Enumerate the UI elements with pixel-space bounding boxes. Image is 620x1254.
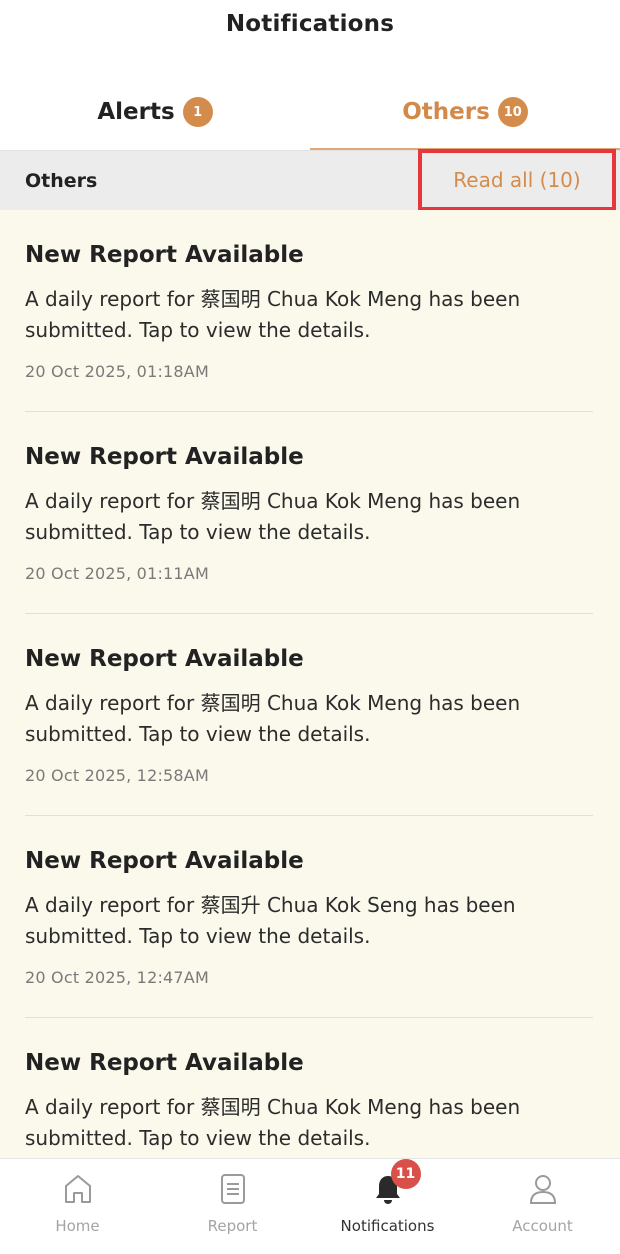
report-icon (216, 1171, 250, 1207)
notification-body: A daily report for 蔡国明 Chua Kok Meng has… (25, 1095, 521, 1150)
nav-account-label: Account (512, 1217, 573, 1235)
nav-home[interactable]: Home (0, 1159, 155, 1254)
top-header: Notifications (0, 0, 620, 48)
section-header: Others Read all (10) (0, 148, 620, 211)
notification-time: 20 Oct 2025, 12:58AM (25, 766, 209, 785)
nav-notifications-label: Notifications (340, 1217, 435, 1235)
nav-report[interactable]: Report (155, 1159, 310, 1254)
notification-body: A daily report for 蔡国明 Chua Kok Meng has… (25, 287, 521, 342)
notification-body: A daily report for 蔡国明 Chua Kok Meng has… (25, 691, 521, 746)
notification-title: New Report Available (25, 646, 304, 672)
notification-list[interactable]: New Report Available A daily report for … (0, 210, 620, 1158)
read-all-button[interactable]: Read all (10) (418, 148, 616, 211)
nav-account[interactable]: Account (465, 1159, 620, 1254)
notifications-count-badge: 11 (390, 1159, 421, 1189)
notification-item[interactable]: New Report Available A daily report for … (25, 412, 593, 614)
tab-alerts[interactable]: Alerts 1 (0, 82, 310, 150)
notification-title: New Report Available (25, 1050, 304, 1076)
nav-report-label: Report (207, 1217, 258, 1235)
notification-item[interactable]: New Report Available A daily report for … (25, 816, 593, 1018)
notification-title: New Report Available (25, 444, 304, 470)
tab-alerts-label: Alerts (97, 99, 175, 125)
notification-time: 20 Oct 2025, 12:47AM (25, 968, 209, 987)
tab-others[interactable]: Others 10 (310, 82, 620, 150)
notification-title: New Report Available (25, 242, 304, 268)
notification-title: New Report Available (25, 848, 304, 874)
tab-others-count-badge: 10 (497, 97, 528, 127)
notification-body: A daily report for 蔡国明 Chua Kok Meng has… (25, 489, 521, 544)
tab-others-label: Others (402, 99, 490, 125)
nav-home-label: Home (55, 1217, 100, 1235)
notification-item[interactable]: New Report Available A daily report for … (25, 1018, 593, 1158)
tab-alerts-count-badge: 1 (182, 97, 213, 127)
notification-item[interactable]: New Report Available A daily report for … (25, 210, 593, 412)
bell-icon: 11 (371, 1159, 421, 1207)
notification-time: 20 Oct 2025, 01:11AM (25, 564, 209, 583)
account-icon (526, 1171, 560, 1207)
nav-notifications[interactable]: 11 Notifications (310, 1159, 465, 1254)
notification-tabs: Alerts 1 Others 10 (0, 82, 620, 150)
page-title: Notifications (225, 11, 395, 37)
notification-time: 20 Oct 2025, 01:18AM (25, 362, 209, 381)
bottom-navigation: Home Report 11 Notifications Account (0, 1158, 620, 1254)
home-icon (61, 1171, 95, 1207)
notification-item[interactable]: New Report Available A daily report for … (25, 614, 593, 816)
notification-body: A daily report for 蔡国升 Chua Kok Seng has… (25, 893, 516, 948)
section-title: Others (25, 169, 98, 192)
